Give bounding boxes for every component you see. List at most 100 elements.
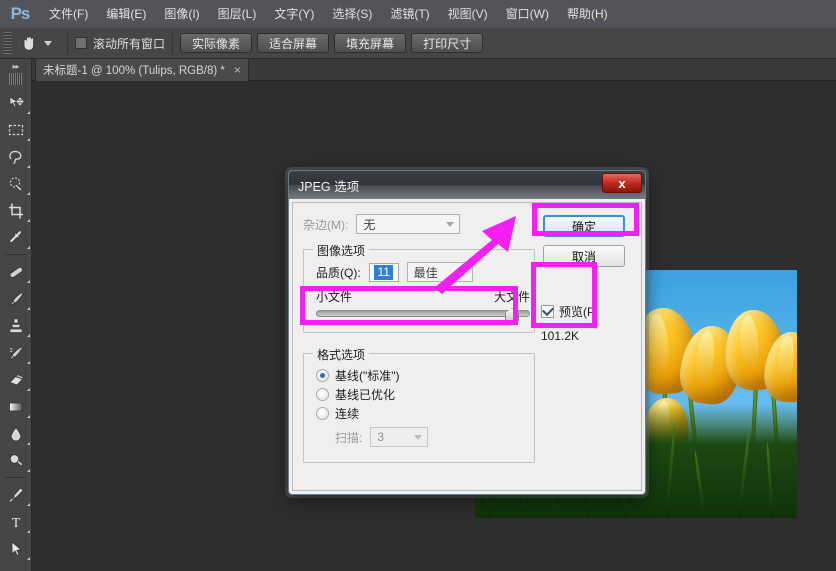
menu-item-window[interactable]: 窗口(W) bbox=[497, 0, 558, 28]
scroll-all-windows-checkbox[interactable] bbox=[75, 37, 87, 49]
image-options-group: 图像选项 品质(Q): 11 最佳 小文件 大文件 bbox=[303, 249, 535, 333]
jpeg-options-dialog: JPEG 选项 x 杂边(M): 无 图像选项 品质(Q): 11 bbox=[288, 170, 646, 495]
menu-item-layer[interactable]: 图层(L) bbox=[209, 0, 266, 28]
menu-item-edit[interactable]: 编辑(E) bbox=[97, 0, 155, 28]
tool-corner-icon bbox=[27, 388, 30, 391]
slider-thumb[interactable] bbox=[505, 308, 519, 321]
menu-bar: Ps 文件(F) 编辑(E) 图像(I) 图层(L) 文字(Y) 选择(S) 滤… bbox=[0, 0, 836, 28]
radio-icon[interactable] bbox=[316, 369, 329, 382]
fit-screen-button[interactable]: 适合屏幕 bbox=[257, 33, 329, 53]
format-option-progressive[interactable]: 连续 bbox=[316, 405, 428, 422]
dodge-tool[interactable] bbox=[0, 447, 32, 474]
quality-preset-dropdown[interactable]: 最佳 bbox=[407, 262, 473, 282]
fill-screen-button[interactable]: 填充屏幕 bbox=[334, 33, 406, 53]
menu-item-view[interactable]: 视图(V) bbox=[439, 0, 497, 28]
chevron-down-icon bbox=[414, 435, 422, 440]
dialog-title-bar[interactable]: JPEG 选项 x bbox=[289, 171, 645, 199]
menu-item-image[interactable]: 图像(I) bbox=[155, 0, 208, 28]
brush-tool[interactable] bbox=[0, 285, 32, 312]
document-tab[interactable]: 未标题-1 @ 100% (Tulips, RGB/8) * × bbox=[35, 59, 249, 81]
tool-options-bar: 滚动所有窗口 实际像素 适合屏幕 填充屏幕 打印尺寸 bbox=[0, 28, 836, 59]
healing-brush-tool[interactable] bbox=[0, 258, 32, 285]
photoshop-window: Ps 文件(F) 编辑(E) 图像(I) 图层(L) 文字(Y) 选择(S) 滤… bbox=[0, 0, 836, 571]
eyedropper-tool[interactable] bbox=[0, 224, 32, 251]
chevron-down-icon bbox=[446, 222, 454, 227]
cancel-button[interactable]: 取消 bbox=[543, 245, 625, 267]
dialog-close-icon[interactable]: x bbox=[602, 173, 642, 193]
tool-corner-icon bbox=[27, 557, 30, 560]
preview-checkbox-row[interactable]: 预览(P bbox=[541, 303, 595, 320]
dialog-title: JPEG 选项 bbox=[298, 176, 359, 195]
format-option-baseline-optimized[interactable]: 基线已优化 bbox=[316, 386, 428, 403]
history-brush-tool[interactable] bbox=[0, 339, 32, 366]
tool-corner-icon bbox=[27, 442, 30, 445]
tool-corner-icon bbox=[27, 246, 30, 249]
tool-corner-icon bbox=[27, 469, 30, 472]
matte-value: 无 bbox=[357, 216, 375, 233]
actual-pixels-button[interactable]: 实际像素 bbox=[180, 33, 252, 53]
chevron-down-icon bbox=[459, 270, 467, 275]
print-size-button[interactable]: 打印尺寸 bbox=[411, 33, 483, 53]
quality-input[interactable]: 11 bbox=[369, 263, 399, 282]
scan-dropdown[interactable]: 3 bbox=[370, 427, 428, 447]
checkbox-checked-icon[interactable] bbox=[541, 305, 554, 318]
menu-item-select[interactable]: 选择(S) bbox=[323, 0, 381, 28]
lasso-tool[interactable] bbox=[0, 143, 32, 170]
radio-icon[interactable] bbox=[316, 407, 329, 420]
tool-corner-icon bbox=[27, 530, 30, 533]
tool-corner-icon bbox=[27, 138, 30, 141]
tools-panel: ▸▸ bbox=[0, 59, 32, 571]
quality-value: 11 bbox=[374, 265, 392, 280]
tool-corner-icon bbox=[27, 219, 30, 222]
tool-corner-icon bbox=[27, 361, 30, 364]
slider-small-label: 小文件 bbox=[316, 288, 352, 305]
document-tab-bar: 未标题-1 @ 100% (Tulips, RGB/8) * × bbox=[0, 59, 836, 81]
slider-end-labels: 小文件 大文件 bbox=[316, 288, 530, 305]
path-selection-tool[interactable] bbox=[0, 535, 32, 562]
matte-dropdown[interactable]: 无 bbox=[356, 214, 460, 234]
close-icon[interactable]: × bbox=[234, 63, 241, 77]
tool-corner-icon bbox=[27, 415, 30, 418]
gradient-tool[interactable] bbox=[0, 393, 32, 420]
options-bar-grip[interactable] bbox=[3, 32, 12, 54]
hand-tool-icon[interactable] bbox=[16, 30, 42, 56]
blur-tool[interactable] bbox=[0, 420, 32, 447]
menu-item-filter[interactable]: 滤镜(T) bbox=[381, 0, 438, 28]
photoshop-logo: Ps bbox=[0, 0, 40, 28]
crop-tool[interactable] bbox=[0, 197, 32, 224]
ellipse-tool[interactable] bbox=[0, 562, 32, 571]
menu-item-help[interactable]: 帮助(H) bbox=[558, 0, 617, 28]
quality-preset-value: 最佳 bbox=[408, 264, 438, 281]
tool-corner-icon bbox=[27, 111, 30, 114]
tool-preset-chevron-down-icon[interactable] bbox=[44, 41, 52, 46]
tools-panel-grip[interactable] bbox=[9, 73, 22, 85]
quick-selection-tool[interactable] bbox=[0, 170, 32, 197]
ok-button[interactable]: 确定 bbox=[543, 215, 625, 237]
preview-label: 预览(P bbox=[559, 303, 595, 320]
quality-label: 品质(Q): bbox=[316, 264, 361, 281]
options-separator-2 bbox=[172, 32, 173, 54]
radio-icon[interactable] bbox=[316, 388, 329, 401]
quality-slider[interactable]: 小文件 大文件 bbox=[316, 288, 530, 317]
scan-value: 3 bbox=[371, 430, 384, 444]
pen-tool[interactable] bbox=[0, 481, 32, 508]
format-option-baseline-standard[interactable]: 基线("标准") bbox=[316, 367, 428, 384]
file-size-label: 101.2K bbox=[541, 329, 579, 343]
format-option-label: 连续 bbox=[335, 405, 359, 422]
clone-stamp-tool[interactable] bbox=[0, 312, 32, 339]
tool-corner-icon bbox=[27, 192, 30, 195]
tools-collapse-icon[interactable]: ▸▸ bbox=[0, 59, 31, 73]
menu-item-type[interactable]: 文字(Y) bbox=[265, 0, 323, 28]
eraser-tool[interactable] bbox=[0, 366, 32, 393]
image-options-legend: 图像选项 bbox=[313, 242, 369, 259]
format-option-label: 基线("标准") bbox=[335, 367, 400, 384]
menu-item-file[interactable]: 文件(F) bbox=[40, 0, 97, 28]
tool-corner-icon bbox=[27, 280, 30, 283]
rectangular-marquee-tool[interactable] bbox=[0, 116, 32, 143]
tool-corner-icon bbox=[27, 165, 30, 168]
matte-label: 杂边(M): bbox=[303, 216, 348, 233]
move-tool[interactable] bbox=[0, 89, 32, 116]
horizontal-type-tool[interactable]: T bbox=[0, 508, 32, 535]
slider-track[interactable] bbox=[316, 310, 530, 317]
tool-corner-icon bbox=[27, 334, 30, 337]
